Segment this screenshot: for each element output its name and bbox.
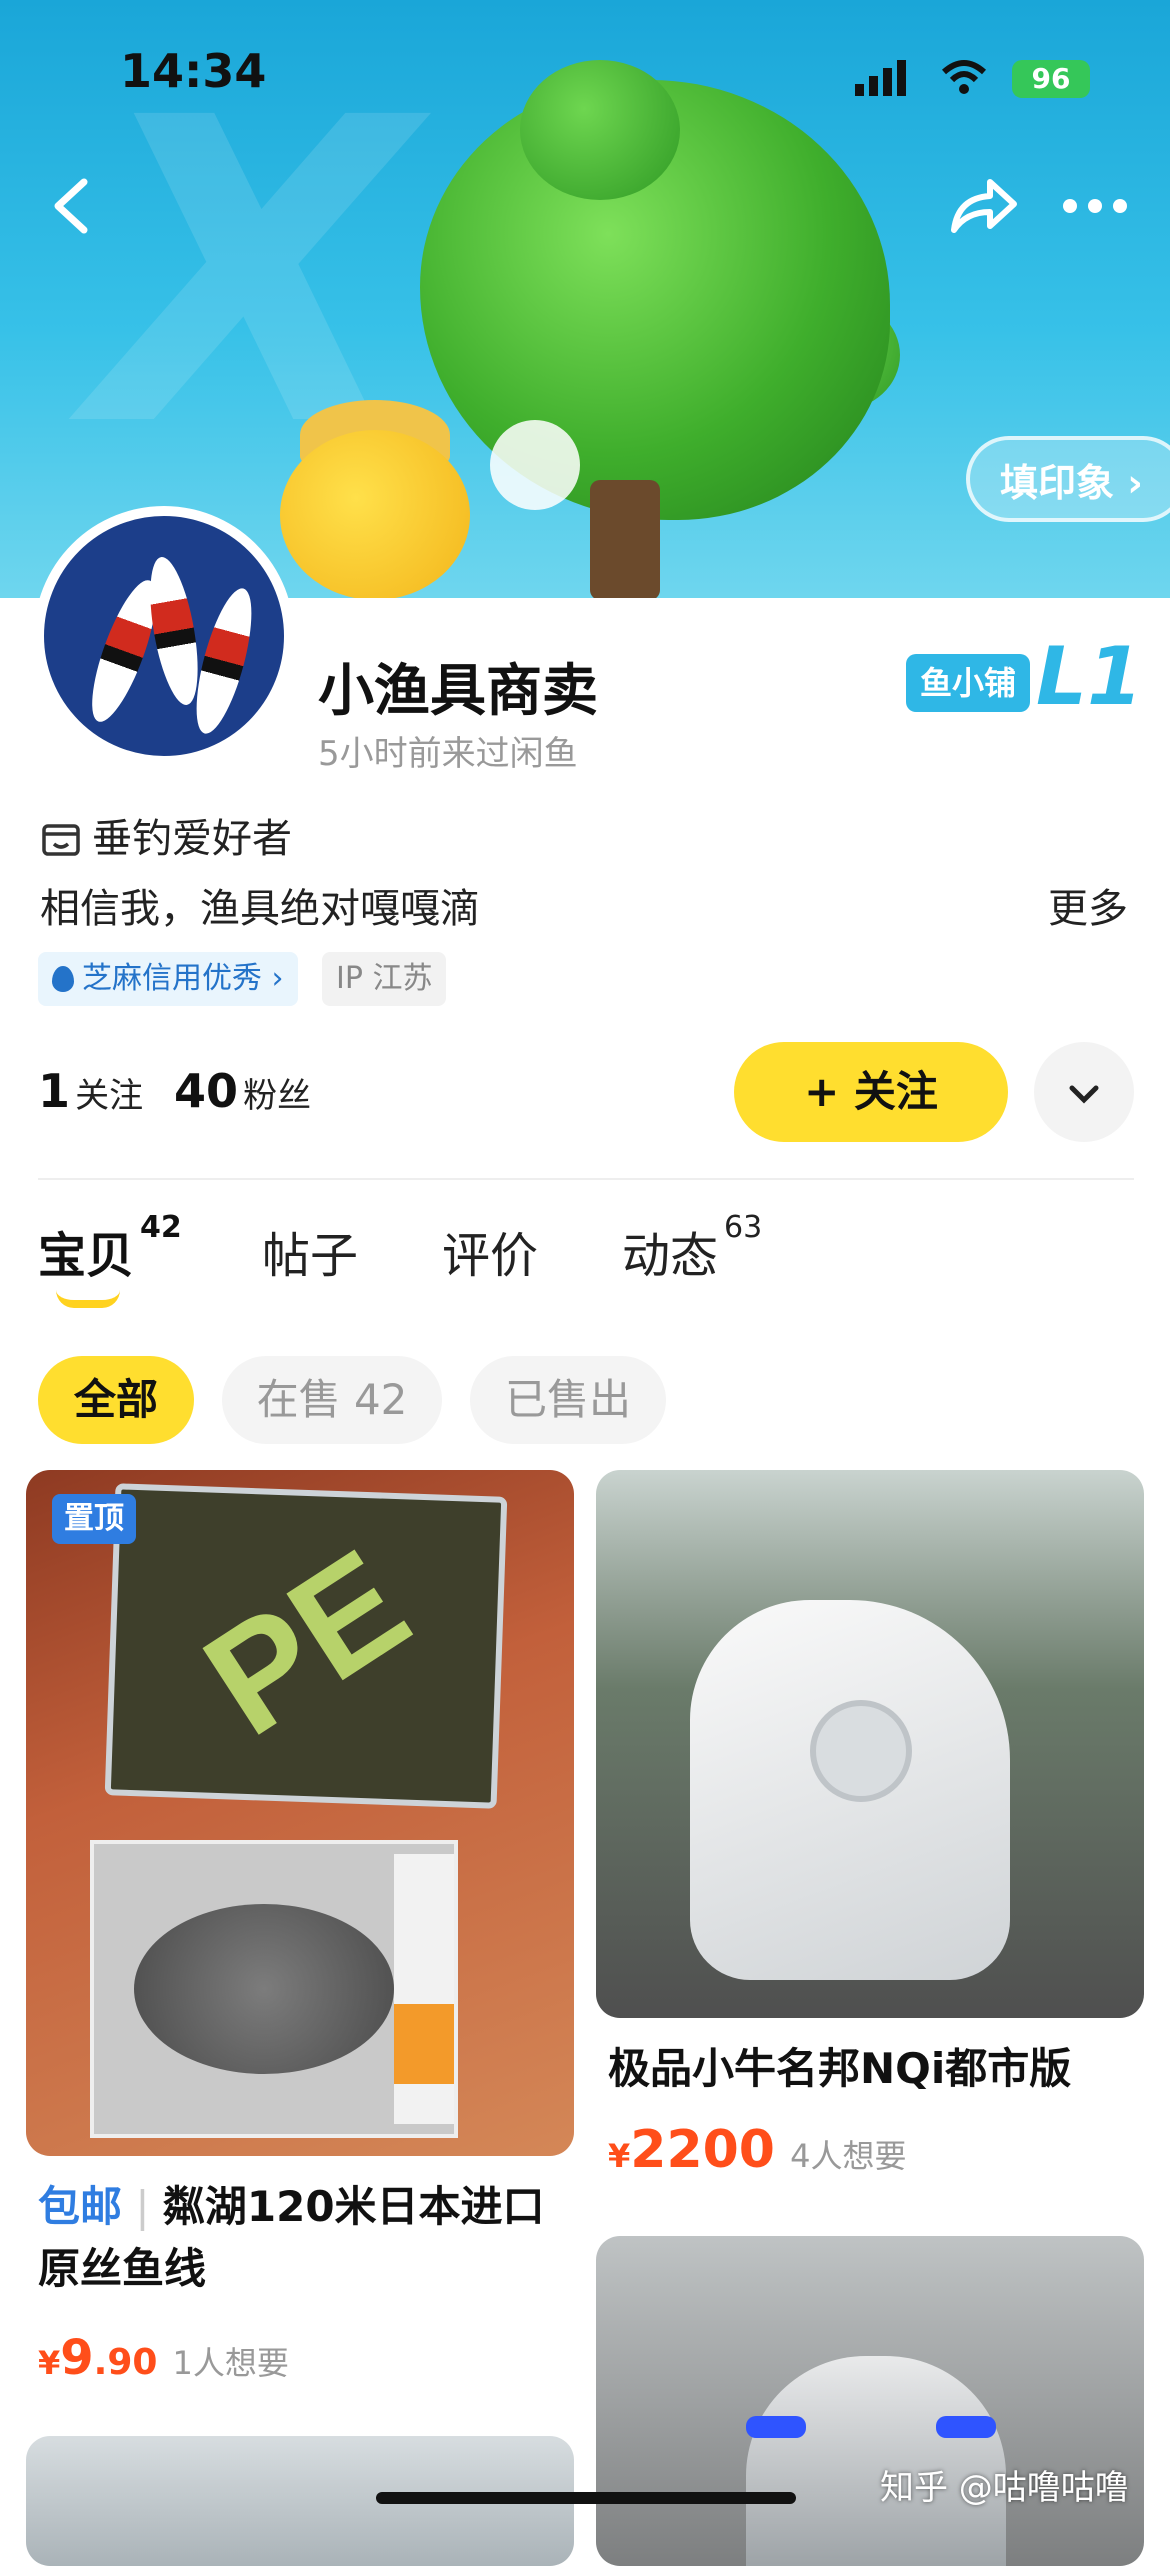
back-arrow-icon[interactable]	[46, 176, 96, 236]
status-time: 14:34	[120, 44, 267, 98]
bio-text: 相信我，渔具绝对嘎嘎滴	[40, 886, 480, 932]
tab-posts[interactable]: 帖子	[262, 1216, 358, 1286]
source-watermark: 知乎 @咕噜咕噜	[880, 2468, 1129, 2508]
price-symbol: ¥	[608, 2137, 631, 2175]
title-separator: |	[122, 2182, 163, 2231]
home-indicator[interactable]	[376, 2492, 796, 2504]
filter-all[interactable]: 全部	[38, 1356, 194, 1444]
product-art-letters: PE	[176, 1517, 436, 1768]
tab-items[interactable]: 宝贝42	[38, 1210, 182, 1286]
hobby-label: 垂钓爱好者	[92, 816, 292, 862]
product-price-row: ¥2200 4人想要	[608, 2120, 906, 2180]
shop-level-badge[interactable]: 鱼小铺	[906, 654, 1031, 712]
tab-activity-count: 63	[724, 1210, 763, 1245]
tree-trunk	[590, 480, 660, 600]
fishing-line-box-art	[90, 1840, 458, 2138]
credit-badge[interactable]: 芝麻信用优秀 ›	[38, 952, 298, 1006]
want-count: 4人想要	[790, 2137, 907, 2175]
avatar[interactable]	[34, 506, 294, 766]
pinned-badge: 置顶	[52, 1494, 136, 1544]
followers-count: 40	[174, 1064, 239, 1118]
tree-art	[520, 60, 680, 200]
last-seen-text: 5小时前来过闲鱼	[318, 734, 578, 774]
price-integer: 9	[60, 2330, 94, 2386]
tab-activity-label: 动态	[622, 1228, 719, 1284]
tab-reviews-label: 评价	[442, 1228, 539, 1284]
label-art	[394, 2004, 454, 2084]
wifi-icon	[941, 60, 987, 94]
product-title[interactable]: 包邮 | 粼湖120米日本进口原丝鱼线	[38, 2176, 558, 2300]
tab-items-label: 宝贝	[38, 1228, 135, 1284]
shop-icon	[42, 824, 80, 856]
want-count: 1人想要	[172, 2344, 289, 2382]
filter-on-sale[interactable]: 在售 42	[222, 1356, 442, 1444]
more-options-icon[interactable]	[1060, 196, 1130, 216]
battery-indicator: 96	[1012, 60, 1090, 98]
more-link[interactable]: 更多	[1048, 876, 1128, 934]
price-decimal: .90	[93, 2342, 158, 2383]
tab-posts-label: 帖子	[262, 1228, 359, 1284]
follow-button[interactable]: + 关注	[734, 1042, 1008, 1142]
tab-activity[interactable]: 动态63	[622, 1210, 762, 1286]
expand-dropdown-button[interactable]	[1034, 1042, 1134, 1142]
followers-count-group[interactable]: 40 粉丝	[174, 1064, 311, 1118]
tab-items-count: 42	[140, 1210, 182, 1245]
credit-badge-label: 芝麻信用优秀 ›	[82, 961, 284, 996]
fill-impression-button[interactable]: 填印象 ›	[966, 436, 1170, 522]
following-count: 1	[38, 1064, 71, 1118]
price-symbol: ¥	[38, 2344, 61, 2382]
share-icon[interactable]	[948, 176, 1018, 236]
light-art	[936, 2416, 996, 2438]
active-tab-indicator	[56, 1290, 120, 1308]
fish-art	[134, 1904, 394, 2074]
flame-icon	[52, 966, 74, 992]
chick-mascot	[280, 430, 470, 600]
free-shipping-tag: 包邮	[38, 2182, 123, 2231]
section-divider	[38, 1178, 1134, 1180]
product-image[interactable]	[596, 2236, 1144, 2566]
shop-level-value: L1	[1036, 630, 1143, 723]
chevron-down-icon	[1069, 1085, 1099, 1104]
filter-sold[interactable]: 已售出	[470, 1356, 666, 1444]
shop-name: 小渔具商卖	[318, 659, 598, 724]
following-label: 关注	[75, 1076, 144, 1116]
price-integer: 2200	[630, 2120, 775, 2180]
product-price-row: ¥9.90 1人想要	[38, 2330, 289, 2386]
followers-label: 粉丝	[243, 1076, 312, 1116]
fishing-line-box-art: PE	[104, 1483, 508, 1809]
scooter-art	[690, 1600, 1010, 1980]
cellular-signal-icon	[855, 60, 906, 96]
following-count-group[interactable]: 1 关注	[38, 1064, 143, 1118]
pinwheel-art	[490, 420, 580, 510]
headlight-art	[810, 1700, 912, 1802]
light-art	[746, 2416, 806, 2438]
ip-location-badge: IP 江苏	[322, 952, 447, 1006]
tab-reviews[interactable]: 评价	[442, 1216, 538, 1286]
hobby-row: 垂钓爱好者	[40, 806, 292, 864]
product-title[interactable]: 极品小牛名邦NQi都市版	[608, 2038, 1128, 2100]
